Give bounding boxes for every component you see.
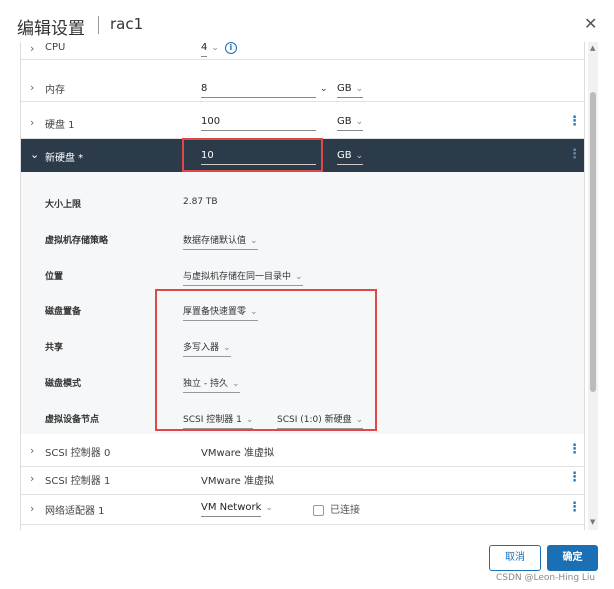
disk-provisioning-label: 磁盘置备 <box>45 307 82 317</box>
chevron-right-icon[interactable]: › <box>30 502 34 515</box>
vm-name: rac1 <box>110 15 144 33</box>
scrollbar-thumb[interactable] <box>590 92 596 392</box>
chevron-right-icon[interactable]: › <box>30 116 34 129</box>
caret-icon: ⌄ <box>265 503 273 513</box>
scroll-up-icon[interactable]: ▲ <box>590 44 595 52</box>
scsi-controller-0-type: VMware 准虚拟 <box>201 448 274 459</box>
caret-icon: ⌄ <box>250 236 258 246</box>
checkbox-icon[interactable] <box>313 504 324 516</box>
cpu-label: CPU <box>45 42 66 53</box>
scsi-controller-1-row[interactable]: › SCSI 控制器 1 VMware 准虚拟 ⋮ <box>21 462 584 495</box>
hard-disk-1-label: 硬盘 1 <box>45 120 75 131</box>
chevron-right-icon[interactable]: › <box>30 472 34 485</box>
title-separator <box>98 16 99 34</box>
max-size-label: 大小上限 <box>45 200 82 210</box>
scsi-controller-1-type: VMware 准虚拟 <box>201 476 274 487</box>
hard-disk-1-size-input[interactable]: 100 <box>201 116 316 131</box>
highlight-box-disk-options <box>155 289 377 431</box>
location-label: 位置 <box>45 272 64 282</box>
caret-icon: ⌄ <box>355 84 364 94</box>
cpu-select[interactable]: 4 ⌄ i <box>201 42 237 57</box>
cpu-row[interactable]: › CPU 4 ⌄ i <box>21 42 584 60</box>
memory-unit-select[interactable]: GB ⌄ <box>337 83 364 98</box>
network-adapter-1-label: 网络适配器 1 <box>45 506 105 517</box>
scroll-down-icon[interactable]: ▼ <box>590 518 595 526</box>
virtual-device-node-label: 虚拟设备节点 <box>45 415 100 425</box>
kebab-menu-icon[interactable]: ⋮ <box>568 114 581 129</box>
caret-icon: ⌄ <box>355 151 364 161</box>
memory-input[interactable]: 8 ⌄ <box>201 83 328 98</box>
ok-button[interactable]: 确定 <box>547 545 598 571</box>
chevron-down-icon[interactable]: ⌄ <box>320 84 328 94</box>
network-adapter-1-row[interactable]: › 网络适配器 1 VM Network ⌄ 已连接 ⋮ <box>21 492 584 525</box>
info-icon[interactable]: i <box>224 42 237 54</box>
dialog-header: 编辑设置 rac1 ✕ <box>0 0 614 48</box>
hard-disk-1-row[interactable]: › 硬盘 1 100 GB ⌄ ⋮ <box>21 106 584 139</box>
sharing-label: 共享 <box>45 343 64 353</box>
connected-checkbox[interactable]: 已连接 <box>313 501 360 516</box>
scsi-controller-1-label: SCSI 控制器 1 <box>45 476 111 487</box>
kebab-menu-icon[interactable]: ⋮ <box>568 147 581 162</box>
disk-mode-label: 磁盘模式 <box>45 379 82 389</box>
chevron-down-icon[interactable]: ⌄ <box>30 148 39 161</box>
virtual-hardware-list: › CPU 4 ⌄ i › 内存 8 ⌄ GB ⌄ › 硬盘 1 100 GB ⌄ ⋮ ⌄… <box>20 42 585 530</box>
storage-policy-label: 虚拟机存储策略 <box>45 236 109 246</box>
memory-label: 内存 <box>45 85 65 96</box>
hard-disk-1-unit-select[interactable]: GB ⌄ <box>337 116 364 131</box>
location-select[interactable]: 与虚拟机存储在同一目录中 ⌄ <box>183 269 303 286</box>
highlight-box-size <box>182 138 323 172</box>
caret-icon: ⌄ <box>355 117 364 127</box>
scsi-controller-0-label: SCSI 控制器 0 <box>45 448 111 459</box>
caret-icon: ⌄ <box>295 272 303 282</box>
network-select[interactable]: VM Network ⌄ <box>201 502 273 517</box>
close-icon[interactable]: ✕ <box>584 16 597 32</box>
cancel-button[interactable]: 取消 <box>489 545 541 571</box>
chevron-right-icon[interactable]: › <box>30 42 34 55</box>
new-hard-disk-unit-select[interactable]: GB ⌄ <box>337 150 364 165</box>
memory-row[interactable]: › 内存 8 ⌄ GB ⌄ <box>21 69 584 102</box>
watermark: CSDN @Leon-Hing Liu <box>496 573 596 583</box>
dialog-title: 编辑设置 <box>17 19 85 39</box>
scrollbar[interactable]: ▲ ▼ <box>588 42 598 530</box>
chevron-right-icon[interactable]: › <box>30 444 34 457</box>
chevron-right-icon[interactable]: › <box>30 81 34 94</box>
storage-policy-select[interactable]: 数据存储默认值 ⌄ <box>183 233 258 250</box>
caret-icon: ⌄ <box>211 43 219 53</box>
kebab-menu-icon[interactable]: ⋮ <box>568 470 581 485</box>
new-hard-disk-label: 新硬盘 * <box>45 153 84 164</box>
max-size-value: 2.87 TB <box>183 197 218 207</box>
kebab-menu-icon[interactable]: ⋮ <box>568 500 581 515</box>
kebab-menu-icon[interactable]: ⋮ <box>568 442 581 457</box>
